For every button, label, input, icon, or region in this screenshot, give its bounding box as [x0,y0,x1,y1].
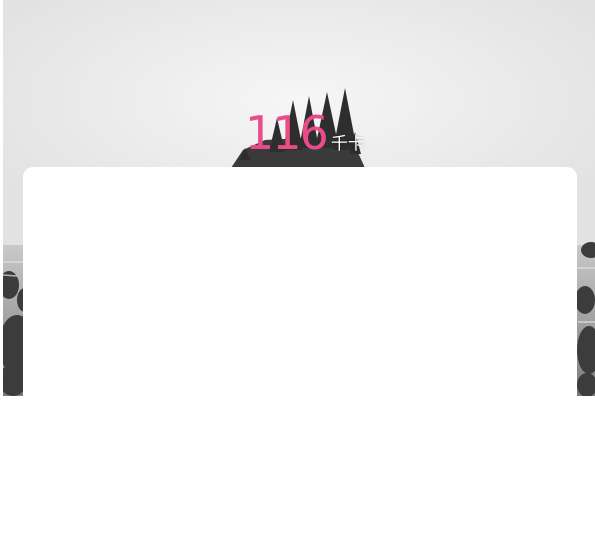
calorie-value: 116 [245,106,329,160]
calorie-unit: 千卡 [330,134,365,154]
content-card [23,167,577,396]
calorie-summary: 116 千卡 [245,108,365,158]
